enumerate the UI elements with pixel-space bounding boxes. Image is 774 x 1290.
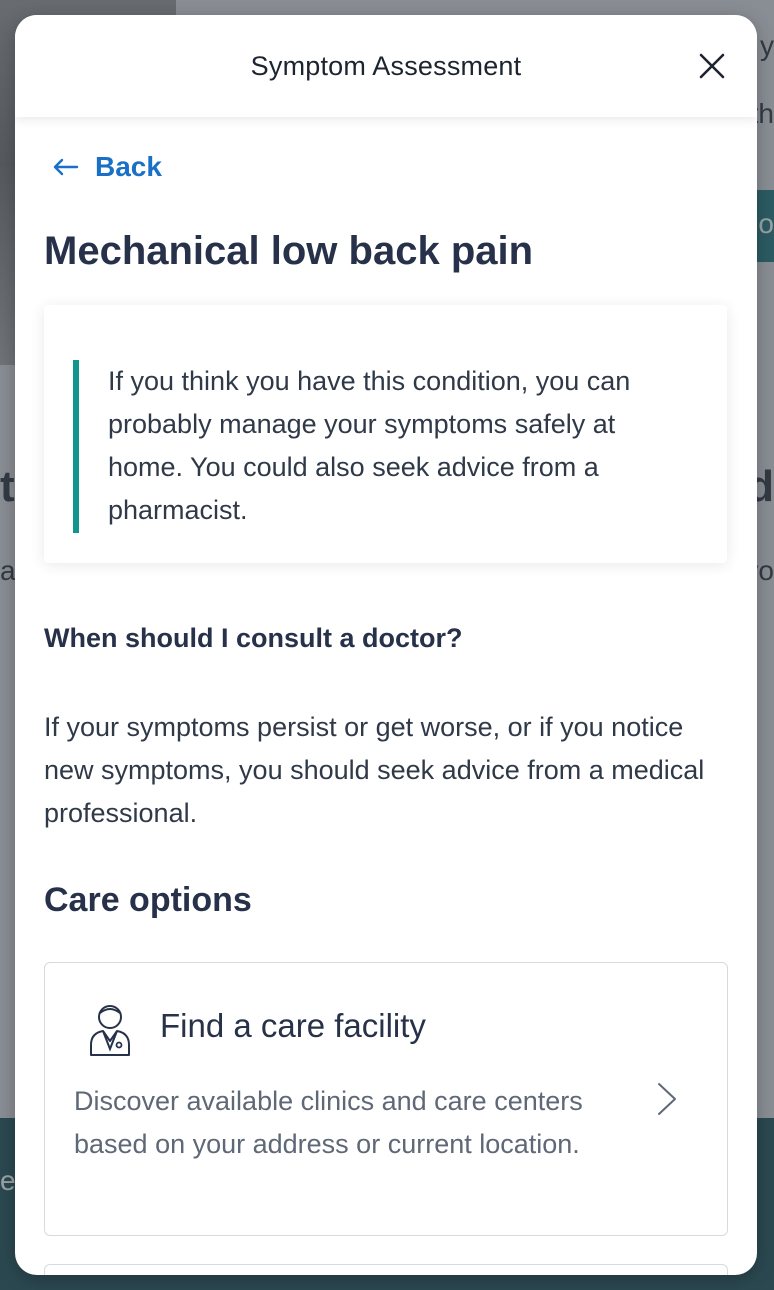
doctor-answer: If your symptoms persist or get worse, o… [44, 712, 705, 828]
advice-card: If you think you have this condition, yo… [44, 305, 727, 563]
modal-header: Symptom Assessment [15, 15, 757, 117]
doctor-icon [90, 1005, 130, 1056]
modal-body: Back Mechanical low back pain If you thi… [15, 117, 757, 1275]
care-options-heading: Care options [44, 881, 252, 919]
close-icon [699, 53, 725, 79]
chevron-right-icon [658, 1083, 676, 1115]
condition-title: Mechanical low back pain [44, 229, 534, 273]
back-label: Back [95, 151, 162, 182]
back-link[interactable]: Back [51, 151, 162, 183]
close-button[interactable] [695, 49, 729, 83]
arrow-left-icon [53, 158, 79, 176]
modal-title: Symptom Assessment [250, 50, 522, 81]
care-option-find-facility[interactable]: Find a care facility Discover available … [44, 962, 728, 1236]
doctor-question: When should I consult a doctor? [44, 623, 463, 653]
care-option-title: Find a care facility [160, 1007, 426, 1044]
care-option-next[interactable] [44, 1264, 728, 1275]
care-option-description: Discover available clinics and care cent… [74, 1086, 583, 1159]
advice-accent-bar [73, 360, 79, 533]
symptom-assessment-modal: Symptom Assessment Back Mechanical low b… [15, 15, 757, 1275]
advice-text: If you think you have this condition, yo… [108, 366, 631, 525]
